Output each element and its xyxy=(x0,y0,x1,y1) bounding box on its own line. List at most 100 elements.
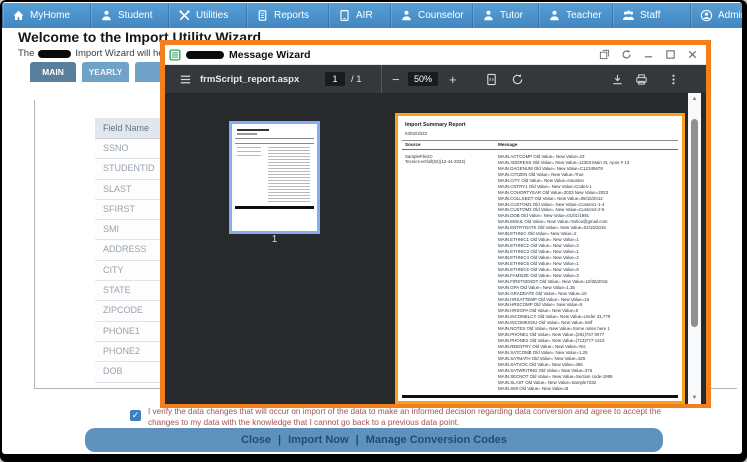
nav-item-label: Teacher xyxy=(566,10,602,21)
toolbar-divider xyxy=(381,65,382,93)
thumb-decor xyxy=(237,147,261,156)
report-date: 03/02/2023 xyxy=(405,131,427,136)
field-name-cell: ZIPCODE xyxy=(103,305,144,316)
nav-item-label: Counselor xyxy=(418,10,464,21)
home-icon xyxy=(12,9,25,22)
page-input[interactable]: 1 xyxy=(325,72,345,86)
nav-item[interactable]: MyHome xyxy=(2,3,90,28)
dialog-titlebar[interactable]: Message Wizard xyxy=(165,45,706,65)
nav-item-label: Student xyxy=(118,10,153,21)
menu-icon[interactable] xyxy=(179,65,192,93)
nav-item-label: Reports xyxy=(274,10,310,21)
import-now-button[interactable]: Import Now xyxy=(288,434,349,446)
close-button[interactable]: Close xyxy=(241,434,271,446)
fit-page-icon[interactable] xyxy=(485,65,498,93)
subtitle-rest: Import Wizard will help xyxy=(75,48,171,59)
nav-item-label: Staff xyxy=(640,10,661,21)
field-name-cell: PHONE1 xyxy=(103,325,141,336)
nav-item[interactable]: Admin xyxy=(690,3,742,28)
thumb-decor xyxy=(235,138,314,139)
minimize-icon[interactable] xyxy=(643,49,654,60)
person-icon xyxy=(100,9,113,22)
zoom-in-button[interactable]: + xyxy=(449,65,457,93)
column-header-message: Message xyxy=(498,141,518,147)
nav-item-label: Admin xyxy=(718,10,742,21)
people-icon xyxy=(622,9,635,22)
nav-item[interactable]: AIR xyxy=(328,3,390,28)
zoom-out-button[interactable]: − xyxy=(392,65,400,93)
column-header-source: Source xyxy=(405,141,421,147)
page-count: / 1 xyxy=(351,73,362,85)
footer-action-bar: Close | Import Now | Manage Conversion C… xyxy=(85,428,663,452)
nav-item-label: Utilities xyxy=(196,10,229,21)
scroll-up-arrow[interactable]: ▲ xyxy=(688,96,701,102)
field-name-cell: DOB xyxy=(103,366,123,377)
print-icon[interactable] xyxy=(635,65,648,93)
tablet-icon xyxy=(338,9,351,22)
wrench-icon xyxy=(178,9,191,22)
person-icon xyxy=(482,9,495,22)
nav-item[interactable]: Student xyxy=(90,3,168,28)
maximize-icon[interactable] xyxy=(665,49,676,60)
verify-line-1: I verify the data changes that will occu… xyxy=(148,407,661,416)
scrollbar-thumb[interactable] xyxy=(691,119,698,327)
nav-item-label: AIR xyxy=(356,10,373,21)
thumb-decor xyxy=(237,129,269,131)
close-icon[interactable] xyxy=(687,49,698,60)
nav-item[interactable]: Reports xyxy=(246,3,328,28)
refresh-icon[interactable] xyxy=(621,49,632,60)
top-nav: MyHome Student Utilities Reports AIR Cou… xyxy=(2,3,742,28)
rule xyxy=(402,149,678,150)
tab-main[interactable]: MAIN xyxy=(30,62,76,82)
page-thumbnail[interactable] xyxy=(229,121,320,234)
person-icon xyxy=(548,9,561,22)
verify-statement: I verify the data changes that will occu… xyxy=(148,407,733,428)
report-bottom-rule xyxy=(402,395,678,398)
nav-item[interactable]: Tutor xyxy=(472,3,538,28)
popout-icon[interactable] xyxy=(599,49,610,60)
field-name-cell: CITY xyxy=(103,264,124,275)
message-line: MAIN.SMI Old Value= New Value=B xyxy=(498,385,569,391)
verify-line-2: changes to my data with the knowledge th… xyxy=(148,417,460,427)
report-doc-icon xyxy=(169,48,181,61)
scroll-down-arrow[interactable]: ▼ xyxy=(688,395,701,401)
nav-item[interactable]: Teacher xyxy=(538,3,612,28)
thumbnail-page-number: 1 xyxy=(271,234,278,245)
nav-item[interactable]: Counselor xyxy=(390,3,472,28)
rotate-icon[interactable] xyxy=(511,65,524,93)
tab-yearly[interactable]: YEARLY xyxy=(82,62,129,82)
dialog-title: Message Wizard xyxy=(229,48,311,61)
source-line-2: Tecnics-errfull(82)(12-44-2022) xyxy=(405,159,466,165)
pdf-filename: frmScript_report.aspx xyxy=(200,73,300,85)
report-title: Import Summary Report xyxy=(405,122,466,128)
nav-item[interactable]: Staff xyxy=(612,3,690,28)
message-wizard-dialog: Message Wizard frmScript_report.aspx 1 /… xyxy=(160,40,711,408)
verify-checkbox[interactable] xyxy=(130,410,141,421)
download-icon[interactable] xyxy=(611,65,624,93)
nav-item-label: Tutor xyxy=(500,10,523,21)
more-options-icon[interactable] xyxy=(667,65,680,93)
zoom-level[interactable]: 50% xyxy=(408,72,438,86)
field-name-cell: STUDENTID xyxy=(103,163,155,174)
field-name-cell: PHONE2 xyxy=(103,345,141,356)
report-page: Import Summary Report 03/02/2023 Source … xyxy=(395,113,685,404)
manage-conversion-codes-button[interactable]: Manage Conversion Codes xyxy=(366,434,507,446)
field-name-cell: SSNO xyxy=(103,143,129,153)
pdf-content-area: 1 Import Summary Report 03/02/2023 Sourc… xyxy=(165,93,706,404)
rule xyxy=(402,139,678,141)
field-name-cell: SFIRST xyxy=(103,203,136,214)
pdf-scrollbar[interactable]: ▲ ▼ xyxy=(688,93,701,404)
thumb-decor xyxy=(235,143,314,144)
redacted-text xyxy=(186,50,224,59)
separator: | xyxy=(355,434,359,446)
app-page: MyHome Student Utilities Reports AIR Cou… xyxy=(2,2,742,454)
nav-item[interactable]: Utilities xyxy=(168,3,246,28)
person-circle-icon xyxy=(700,9,713,22)
app-window: MyHome Student Utilities Reports AIR Cou… xyxy=(0,0,747,462)
field-name-cell: ENTRYDATE xyxy=(103,387,157,388)
window-controls xyxy=(599,49,702,60)
thumb-decor xyxy=(235,206,314,209)
redacted-text xyxy=(38,49,72,58)
message-list: MAIN.ACTCOMP Old Value= New Value=23 MAIN… xyxy=(498,154,679,392)
page-subtitle: The Import Wizard will help xyxy=(18,48,171,59)
